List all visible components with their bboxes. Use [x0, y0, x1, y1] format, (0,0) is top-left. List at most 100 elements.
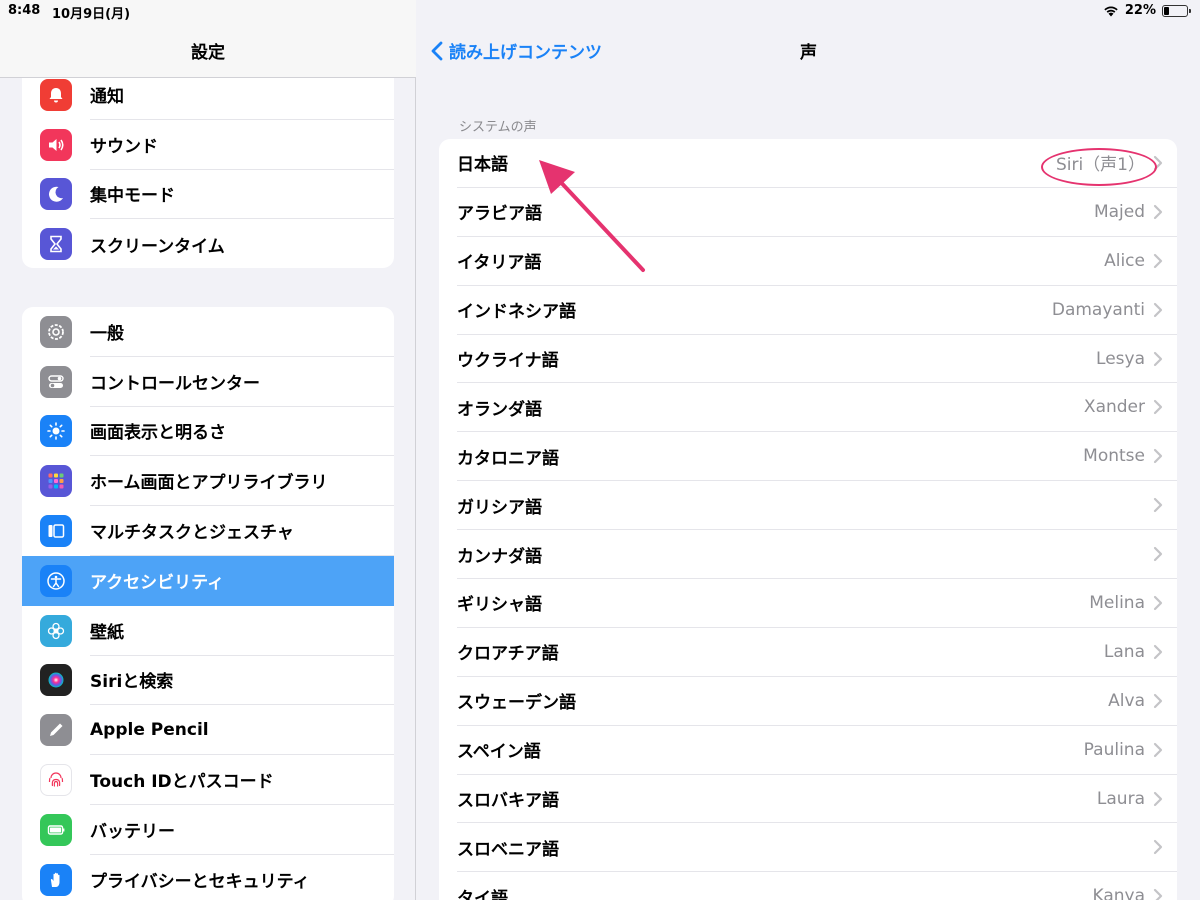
- annotation-circle: [1041, 148, 1157, 186]
- fingerprint-icon: [40, 764, 72, 797]
- sidebar-item-multitask[interactable]: マルチタスクとジェスチャ: [22, 506, 394, 556]
- sidebar-item-label: スクリーンタイム: [90, 236, 225, 257]
- sidebar-item-label: ホーム画面とアプリライブラリ: [90, 456, 394, 507]
- voice-value: Lana: [1103, 641, 1145, 662]
- status-right: 22%: [1103, 3, 1191, 18]
- section-header: システムの声: [459, 120, 537, 135]
- sidebar-item-label: 壁紙: [90, 606, 394, 656]
- sidebar-item-siri[interactable]: Siriと検索: [22, 656, 394, 706]
- language-label: ギリシャ語: [457, 595, 542, 616]
- voice-row[interactable]: クロアチア語 Lana: [457, 628, 1177, 677]
- voice-value: Alva: [1108, 690, 1145, 711]
- chevron-right-icon: [1153, 546, 1163, 562]
- voice-value: Xander: [1083, 397, 1145, 418]
- multitask-icon: [40, 515, 72, 548]
- sidebar-item-label: サウンド: [90, 120, 394, 170]
- voice-row[interactable]: ギリシャ語 Melina: [457, 579, 1177, 628]
- language-label: カンナダ語: [457, 546, 542, 567]
- sidebar-item-battery[interactable]: バッテリー: [22, 805, 394, 855]
- sidebar-item-accessibility[interactable]: アクセシビリティ: [22, 555, 394, 606]
- language-label: スウェーデン語: [457, 693, 576, 714]
- flower-icon: [40, 614, 72, 647]
- sidebar-item-hand[interactable]: プライバシーとセキュリティ: [22, 855, 394, 900]
- language-label: タイ語: [457, 888, 508, 900]
- sidebar-item-label: 画面表示と明るさ: [90, 407, 394, 457]
- chevron-right-icon: [1153, 449, 1163, 464]
- chevron-right-icon: [1153, 693, 1163, 708]
- voice-row[interactable]: ウクライナ語 Lesya: [457, 335, 1177, 384]
- chevron-right-icon: [1153, 595, 1163, 611]
- accessibility-icon: [40, 564, 72, 597]
- sidebar-item-moon[interactable]: 集中モード: [22, 170, 394, 220]
- voice-row[interactable]: インドネシア語 Damayanti: [457, 286, 1177, 335]
- voice-value: Montse: [1083, 446, 1145, 467]
- status-bar: 8:48 10月9日(月) 22%: [0, 0, 1200, 24]
- sidebar-item-label: 一般: [90, 307, 394, 357]
- battery-icon: [40, 813, 72, 846]
- siri-icon: [40, 664, 72, 697]
- chevron-right-icon: [1153, 302, 1163, 317]
- sidebar-item-label: コントロールセンター: [90, 357, 394, 407]
- sidebar-item-flower[interactable]: 壁紙: [22, 606, 394, 656]
- voice-value: Melina: [1089, 592, 1145, 613]
- chevron-right-icon: [1153, 889, 1163, 900]
- language-label: カタロニア語: [457, 448, 559, 469]
- voice-row[interactable]: タイ語 Kanya: [457, 872, 1177, 900]
- language-label: スロバキア語: [457, 791, 559, 812]
- voice-row[interactable]: カタロニア語 Montse: [457, 432, 1177, 482]
- sidebar-item-label: アクセシビリティ: [90, 573, 225, 594]
- app-grid-icon: [40, 465, 72, 498]
- language-label: クロアチア語: [457, 644, 559, 665]
- hand-icon: [40, 863, 72, 896]
- page-title: 声: [800, 43, 817, 63]
- sidebar-item-speaker[interactable]: サウンド: [22, 120, 394, 170]
- voice-value: Lesya: [1096, 348, 1145, 369]
- battery-fill: [1164, 6, 1169, 15]
- language-label: スペイン語: [457, 742, 541, 763]
- voice-row[interactable]: ガリシア語: [457, 481, 1177, 531]
- sidebar-item-gear[interactable]: 一般: [22, 307, 394, 357]
- notification-bell-icon: [40, 78, 72, 111]
- sidebar-group-general: 一般 コントロールセンター 画面表示と明るさ ホーム画面とアプリライブラリ マルチタスク…: [22, 307, 394, 900]
- sidebar-item-fingerprint[interactable]: Touch IDとパスコード: [22, 755, 394, 805]
- voice-row[interactable]: スウェーデン語 Alva: [457, 677, 1177, 726]
- language-label: オランダ語: [457, 399, 542, 420]
- moon-icon: [40, 178, 72, 211]
- sidebar-item-label: マルチタスクとジェスチャ: [90, 506, 394, 556]
- sidebar-item-pencil[interactable]: Apple Pencil: [22, 705, 394, 756]
- hourglass-icon: [40, 228, 72, 261]
- voice-value: Damayanti: [1051, 299, 1145, 320]
- toggle-switches-icon: [40, 365, 72, 398]
- voice-row[interactable]: カンナダ語: [457, 530, 1177, 580]
- status-date: 10月9日(月): [52, 7, 131, 22]
- voices-pane: 読み上げコンテンツ 声 システムの声 日本語 Siri（声1） アラビア語 Majed…: [417, 0, 1200, 900]
- sidebar-item-label: 集中モード: [90, 170, 394, 220]
- sun-icon: [40, 415, 72, 448]
- language-label: インドネシア語: [457, 302, 576, 323]
- chevron-right-icon: [1153, 791, 1163, 806]
- sidebar-item-sun[interactable]: 画面表示と明るさ: [22, 407, 394, 457]
- voice-value: Kanya: [1092, 886, 1145, 900]
- chevron-right-icon: [1153, 498, 1163, 513]
- sidebar-item-label: プライバシーとセキュリティ: [90, 872, 310, 893]
- chevron-right-icon: [1153, 253, 1163, 268]
- sidebar-item-hourglass[interactable]: スクリーンタイム: [22, 219, 394, 268]
- speaker-icon: [40, 128, 72, 161]
- chevron-right-icon: [1153, 400, 1163, 415]
- sidebar-item-label: Touch IDとパスコード: [90, 755, 394, 805]
- voice-value: Majed: [1093, 201, 1145, 222]
- gear-icon: [40, 315, 72, 348]
- chevron-right-icon: [1153, 351, 1163, 366]
- pencil-icon: [40, 714, 72, 747]
- voice-row[interactable]: スロバキア語 Laura: [457, 775, 1177, 824]
- sidebar-item-app-grid[interactable]: ホーム画面とアプリライブラリ: [22, 456, 394, 507]
- voice-row[interactable]: オランダ語 Xander: [457, 383, 1177, 433]
- voice-row[interactable]: スロベニア語: [457, 823, 1177, 873]
- sidebar-group-notifications: 通知 サウンド 集中モード スクリーンタイム: [22, 70, 394, 268]
- annotation-arrow: [539, 160, 645, 272]
- sidebar-item-toggle-switches[interactable]: コントロールセンター: [22, 357, 394, 407]
- voice-row[interactable]: スペイン語 Paulina: [457, 726, 1177, 775]
- battery-percent: 22%: [1124, 3, 1156, 18]
- chevron-right-icon: [1153, 204, 1163, 219]
- voice-value: Laura: [1096, 788, 1145, 809]
